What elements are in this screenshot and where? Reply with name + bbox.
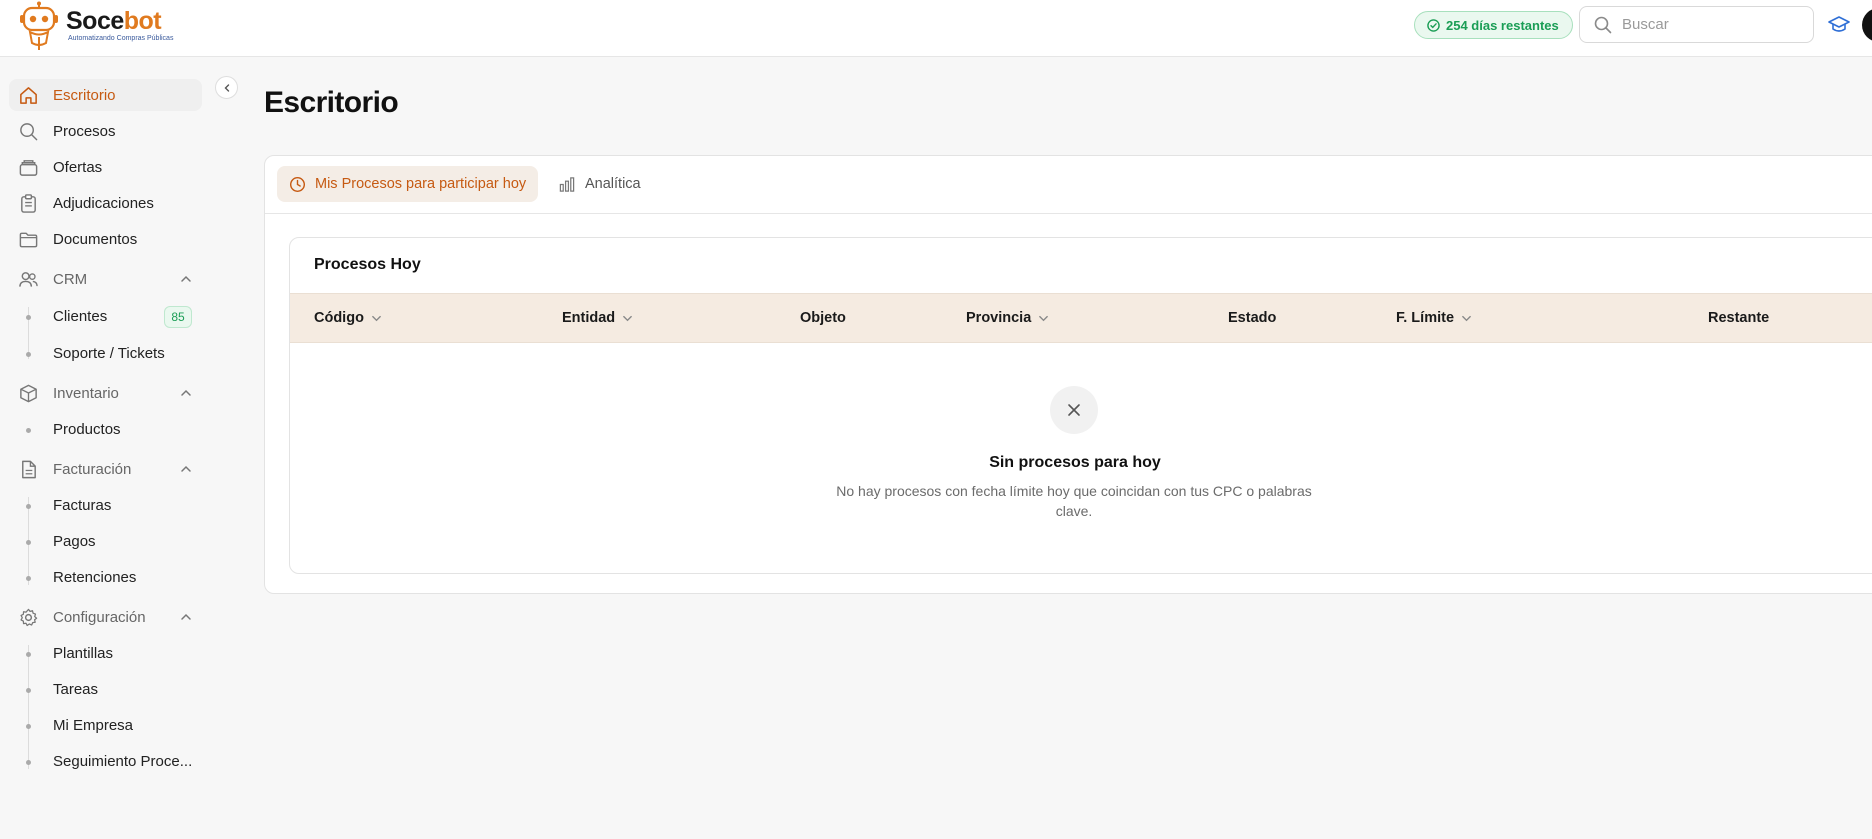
sidebar-item-documentos[interactable]: Documentos — [9, 223, 202, 255]
sidebar-item-seguimiento-procesos[interactable]: Seguimiento Proce... — [9, 747, 202, 777]
chevron-down-icon — [1462, 315, 1471, 321]
column-estado: Estado — [1228, 310, 1277, 326]
sidebar-item-adjudicaciones[interactable]: Adjudicaciones — [9, 187, 202, 219]
tab-bar: Mis Procesos para participar hoy Analíti… — [265, 156, 1872, 214]
robot-logo-icon — [20, 1, 58, 50]
subscription-days-badge[interactable]: 254 días restantes — [1414, 11, 1573, 39]
chevron-left-icon — [224, 83, 229, 92]
close-icon — [1068, 404, 1080, 416]
global-search[interactable] — [1579, 6, 1814, 43]
page-title: Escritorio — [264, 86, 399, 119]
tab-analitica[interactable]: Analítica — [546, 166, 653, 202]
column-objeto: Objeto — [800, 310, 846, 326]
search-icon — [20, 123, 38, 141]
column-fecha-limite[interactable]: F. Límite — [1396, 310, 1472, 326]
column-provincia[interactable]: Provincia — [966, 310, 1049, 326]
inbox-stack-icon — [19, 160, 38, 176]
sidebar-item-ofertas[interactable]: Ofertas — [9, 151, 202, 183]
sidebar-item-productos[interactable]: Productos — [9, 415, 202, 445]
chevron-down-icon — [372, 315, 381, 321]
graduation-cap-icon[interactable] — [1828, 14, 1850, 34]
tab-mis-procesos-hoy[interactable]: Mis Procesos para participar hoy — [277, 166, 539, 202]
chevron-up-icon — [181, 613, 191, 620]
sidebar-item-facturas[interactable]: Facturas — [9, 491, 202, 521]
brand-name: Socebot — [66, 6, 162, 35]
sidebar-item-pagos[interactable]: Pagos — [9, 527, 202, 557]
search-input[interactable] — [1622, 16, 1792, 33]
clipboard-icon — [21, 194, 36, 213]
folder-icon — [19, 232, 38, 248]
bar-chart-icon — [559, 176, 575, 192]
column-entidad[interactable]: Entidad — [562, 310, 633, 326]
brand-tagline: Automatizando Compras Públicas — [68, 34, 174, 42]
clientes-count-badge: 85 — [164, 306, 192, 328]
processes-today-panel: Procesos Hoy Código Entidad Objeto Provi… — [289, 237, 1872, 574]
sidebar-item-escritorio[interactable]: Escritorio — [9, 79, 202, 111]
column-restante: Restante — [1708, 310, 1770, 326]
sidebar-group-configuracion[interactable]: Configuración — [9, 601, 202, 633]
check-circle-icon — [1427, 18, 1440, 32]
sidebar-item-plantillas[interactable]: Plantillas — [9, 639, 202, 669]
chevron-up-icon — [181, 389, 191, 396]
empty-state-title: Sin procesos para hoy — [989, 454, 1161, 471]
sidebar-collapse-button[interactable] — [215, 76, 238, 99]
sidebar-group-crm[interactable]: CRM — [9, 263, 202, 295]
socebot-logo[interactable]: Socebot Automatizando Compras Públicas — [20, 0, 173, 52]
empty-state-description: No hay procesos con fecha límite hoy que… — [836, 483, 1312, 519]
sidebar-item-procesos[interactable]: Procesos — [9, 115, 202, 147]
chevron-up-icon — [181, 275, 191, 282]
table-header: Código Entidad Objeto Provincia Estado F… — [290, 293, 1872, 343]
clock-icon — [289, 176, 306, 192]
empty-state: Sin procesos para hoy No hay procesos co… — [290, 344, 1872, 573]
sidebar-item-tareas[interactable]: Tareas — [9, 675, 202, 705]
document-icon — [22, 460, 36, 479]
sidebar-group-facturacion[interactable]: Facturación — [9, 453, 202, 485]
top-header: Socebot Automatizando Compras Públicas 2… — [0, 0, 1872, 57]
sidebar-item-soporte-tickets[interactable]: Soporte / Tickets — [9, 339, 202, 369]
panel-title: Procesos Hoy — [314, 256, 421, 273]
dashboard-card: Mis Procesos para participar hoy Analíti… — [264, 155, 1872, 594]
sidebar-group-inventario[interactable]: Inventario — [9, 377, 202, 409]
users-icon — [19, 272, 38, 287]
column-codigo[interactable]: Código — [314, 310, 382, 326]
empty-state-badge — [1050, 386, 1098, 434]
chevron-down-icon — [1039, 315, 1049, 321]
user-avatar[interactable] — [1862, 8, 1872, 42]
sidebar: Escritorio Procesos Ofertas Adjudicacion… — [0, 57, 240, 839]
chevron-up-icon — [181, 465, 191, 472]
cube-icon — [20, 384, 37, 403]
chevron-down-icon — [623, 315, 633, 321]
search-icon — [1594, 16, 1612, 33]
sidebar-item-clientes[interactable]: Clientes 85 — [9, 302, 202, 332]
gear-icon — [20, 608, 38, 627]
sidebar-item-mi-empresa[interactable]: Mi Empresa — [9, 711, 202, 741]
home-icon — [20, 87, 37, 104]
sidebar-item-retenciones[interactable]: Retenciones — [9, 563, 202, 593]
